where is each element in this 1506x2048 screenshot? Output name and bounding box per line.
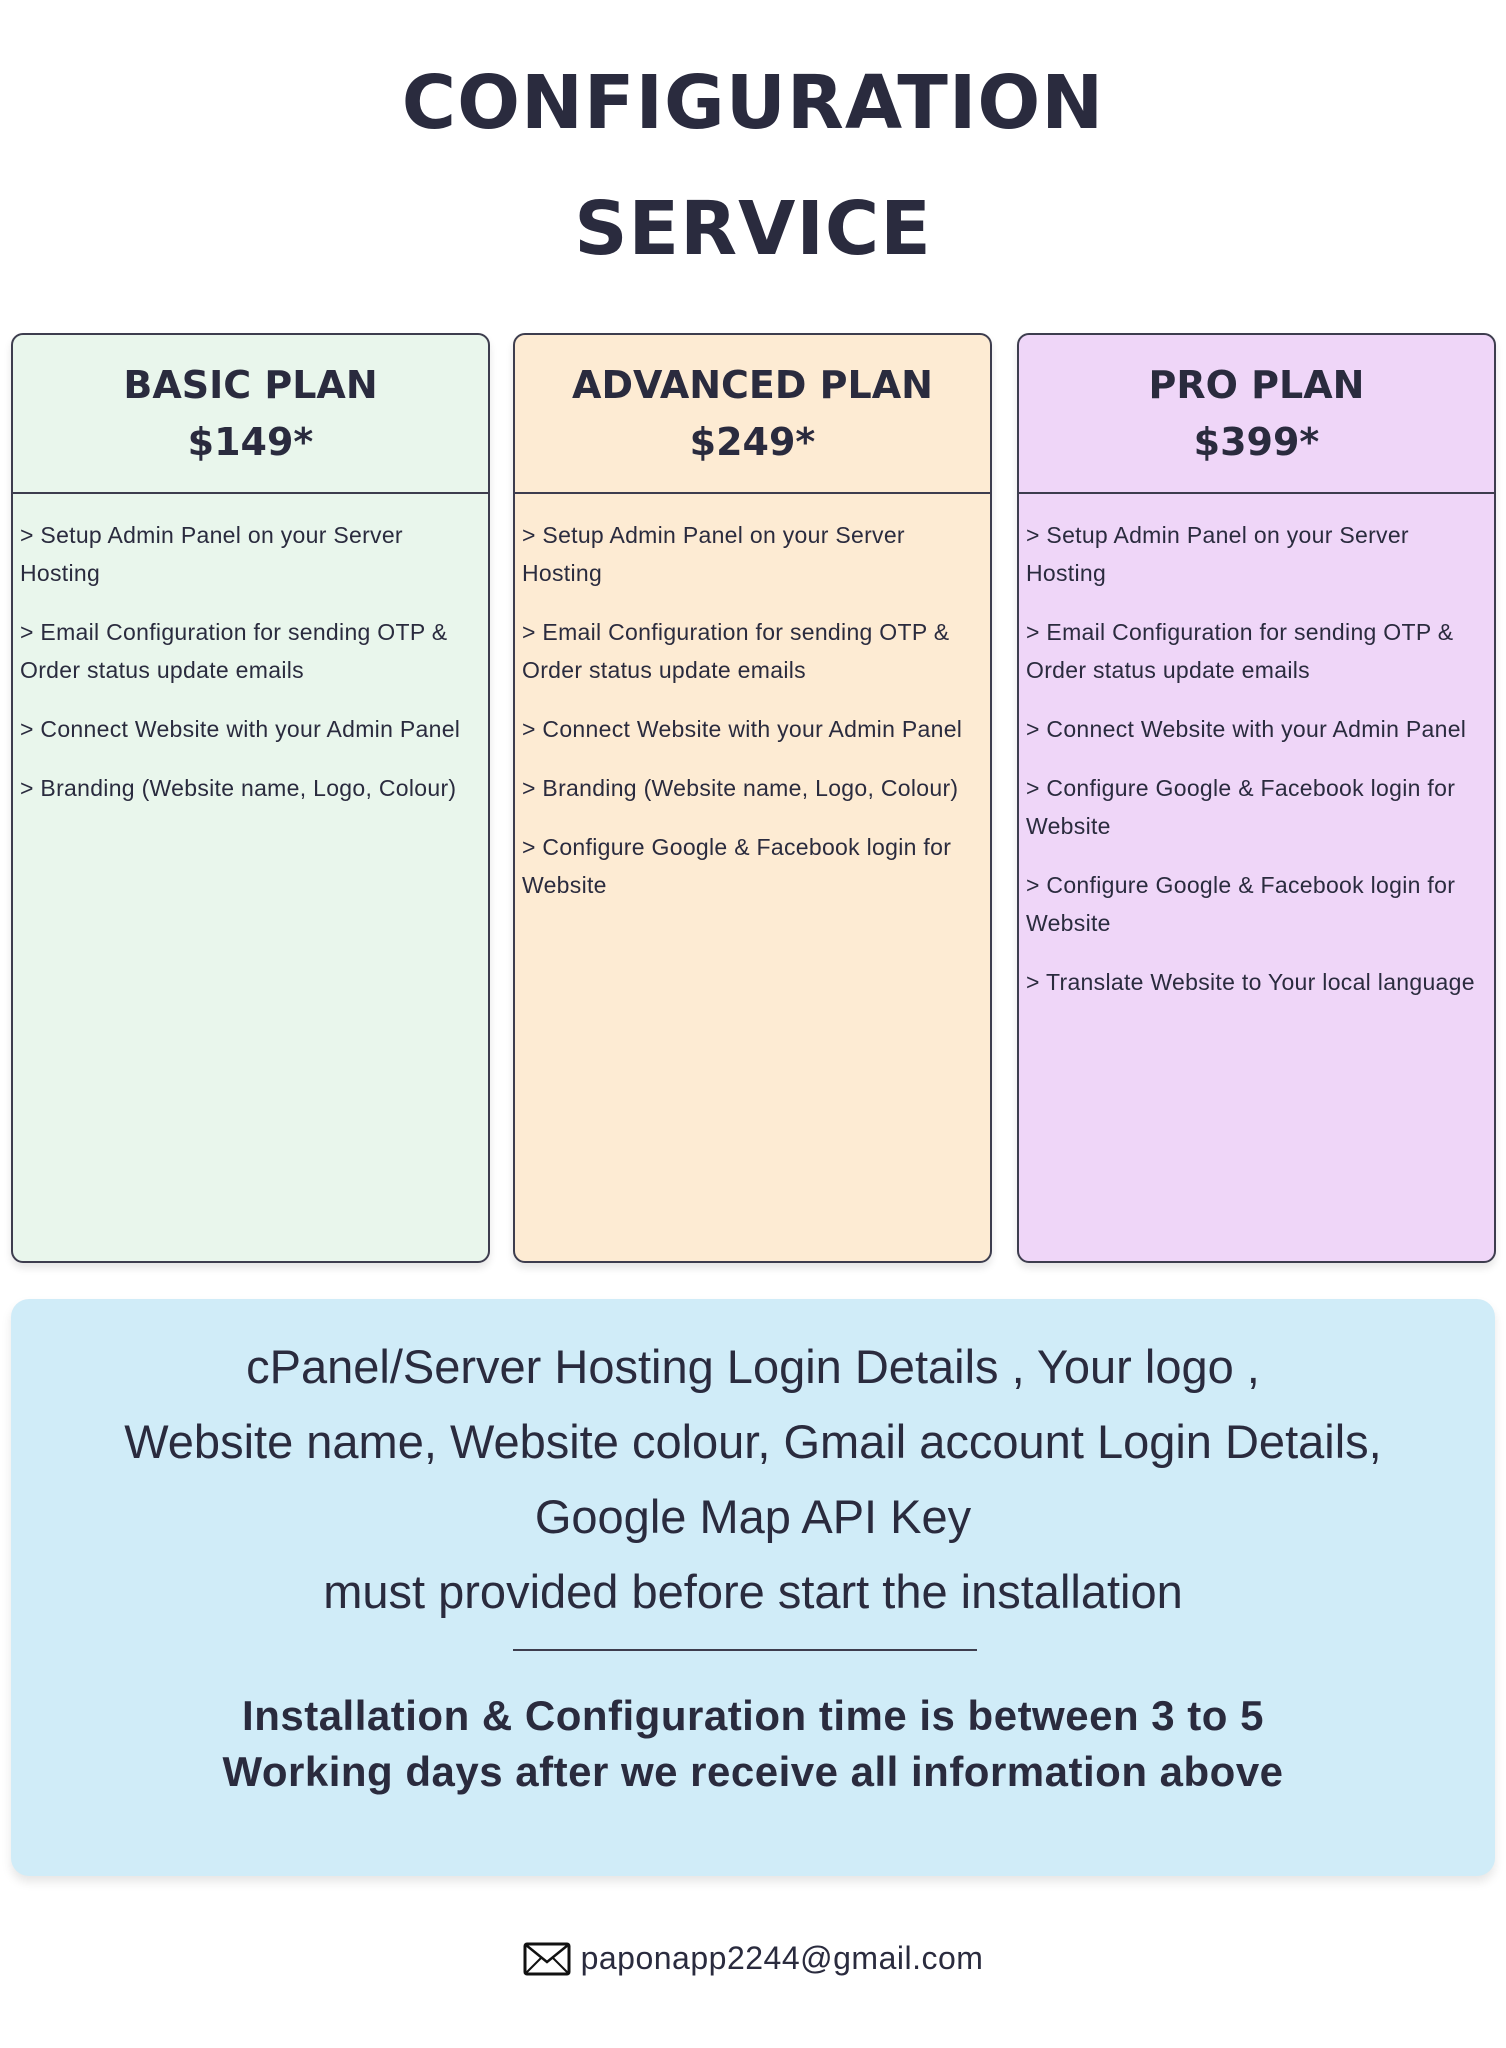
page-title-line-1: CONFIGURATION bbox=[401, 60, 1105, 146]
requirements-line: Google Map API Key bbox=[534, 1490, 972, 1543]
plan-feature: > Email Configuration for sending OTP & … bbox=[1026, 619, 1454, 683]
contact: paponapp2244@gmail.com bbox=[0, 1940, 1506, 1977]
plan-feature: > Branding (Website name, Logo, Colour) bbox=[20, 775, 457, 801]
requirements-info-box: cPanel/Server Hosting Login Details , Yo… bbox=[11, 1299, 1495, 1876]
page-title: CONFIGURATION SERVICE bbox=[0, 40, 1506, 292]
divider bbox=[513, 1649, 977, 1651]
plan-price: $249* bbox=[689, 420, 816, 464]
plan-feature: > Configure Google & Facebook login for … bbox=[1026, 872, 1456, 936]
plan-feature: > Connect Website with your Admin Panel bbox=[20, 716, 461, 742]
plan-feature: > Connect Website with your Admin Panel bbox=[522, 716, 963, 742]
plan-price: $399* bbox=[1193, 420, 1320, 464]
installation-time-note: Installation & Configuration time is bet… bbox=[11, 1688, 1495, 1800]
plan-header: ADVANCED PLAN $249* bbox=[515, 335, 990, 494]
plan-feature-list: > Setup Admin Panel on your Server Hosti… bbox=[1019, 494, 1494, 1001]
plan-feature: > Setup Admin Panel on your Server Hosti… bbox=[20, 522, 403, 586]
plan-feature-list: > Setup Admin Panel on your Server Hosti… bbox=[13, 494, 488, 807]
plan-header: BASIC PLAN $149* bbox=[13, 335, 488, 494]
installation-time-line: Installation & Configuration time is bet… bbox=[242, 1692, 1264, 1739]
plan-header: PRO PLAN $399* bbox=[1019, 335, 1494, 494]
plan-feature: > Branding (Website name, Logo, Colour) bbox=[522, 775, 959, 801]
plan-feature: > Configure Google & Facebook login for … bbox=[1026, 775, 1456, 839]
plan-feature: > Setup Admin Panel on your Server Hosti… bbox=[1026, 522, 1409, 586]
requirements-line: must provided before start the installat… bbox=[323, 1565, 1183, 1618]
envelope-icon bbox=[523, 1942, 571, 1975]
plan-feature: > Translate Website to Your local langua… bbox=[1026, 969, 1475, 995]
plan-feature: > Email Configuration for sending OTP & … bbox=[20, 619, 448, 683]
plan-name: ADVANCED PLAN bbox=[572, 363, 933, 407]
contact-email-link[interactable]: paponapp2244@gmail.com bbox=[581, 1940, 984, 1977]
installation-time-line: Working days after we receive all inform… bbox=[222, 1748, 1284, 1795]
plan-card-pro: PRO PLAN $399* > Setup Admin Panel on yo… bbox=[1017, 333, 1496, 1263]
plan-name: BASIC PLAN bbox=[123, 363, 378, 407]
plan-feature: > Configure Google & Facebook login for … bbox=[522, 834, 952, 898]
plan-feature: > Setup Admin Panel on your Server Hosti… bbox=[522, 522, 905, 586]
plan-feature: > Email Configuration for sending OTP & … bbox=[522, 619, 950, 683]
plan-card-basic: BASIC PLAN $149* > Setup Admin Panel on … bbox=[11, 333, 490, 1263]
requirements-line: cPanel/Server Hosting Login Details , Yo… bbox=[246, 1340, 1260, 1393]
plan-feature-list: > Setup Admin Panel on your Server Hosti… bbox=[515, 494, 990, 904]
plan-card-advanced: ADVANCED PLAN $249* > Setup Admin Panel … bbox=[513, 333, 992, 1263]
requirements-text: cPanel/Server Hosting Login Details , Yo… bbox=[11, 1329, 1495, 1629]
plan-feature: > Connect Website with your Admin Panel bbox=[1026, 716, 1467, 742]
plan-price: $149* bbox=[187, 420, 314, 464]
requirements-line: Website name, Website colour, Gmail acco… bbox=[124, 1415, 1382, 1468]
plan-name: PRO PLAN bbox=[1148, 363, 1365, 407]
page-title-line-2: SERVICE bbox=[574, 186, 932, 272]
